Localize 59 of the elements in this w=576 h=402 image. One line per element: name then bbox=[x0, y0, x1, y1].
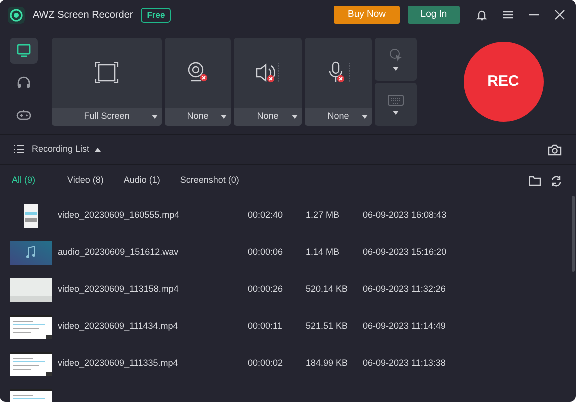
cursor-click-icon bbox=[389, 48, 403, 62]
record-button[interactable]: REC bbox=[464, 42, 544, 122]
duration-cell-text: 00:02:40 bbox=[248, 208, 284, 222]
mode-tab[interactable] bbox=[10, 38, 38, 64]
size-cell-text: 184.99 KB bbox=[306, 356, 350, 370]
caret-icon bbox=[362, 115, 368, 119]
video-thumbnail bbox=[10, 278, 52, 302]
file-name: video_20230609_111335.mp4 bbox=[58, 356, 180, 370]
headphones-icon bbox=[16, 75, 32, 91]
date-cell-text: 06-09-2023 15:16:20 bbox=[363, 246, 447, 259]
file-name: video_20230609_111434.mp4 bbox=[58, 320, 180, 333]
source-dropdown[interactable]: None bbox=[234, 108, 302, 126]
filter-tab[interactable]: Audio (1) bbox=[124, 174, 160, 188]
caret-icon bbox=[152, 115, 158, 119]
caret-up-icon bbox=[94, 148, 101, 152]
date-cell-text: 06-09-2023 16:08:43 bbox=[363, 208, 447, 222]
plan-badge: Free bbox=[141, 8, 172, 22]
duration-cell-text: 00:00:02 bbox=[248, 356, 284, 370]
video-thumbnail bbox=[10, 352, 52, 376]
close-icon[interactable] bbox=[554, 9, 566, 21]
source-dropdown[interactable]: None bbox=[305, 108, 372, 126]
login-button[interactable]: Log In bbox=[408, 6, 460, 24]
duration-cell-text: 00:00:06 bbox=[248, 246, 284, 259]
source-dropdown[interactable]: Full Screen bbox=[52, 108, 162, 126]
caret-icon bbox=[393, 110, 399, 114]
menu-icon[interactable] bbox=[502, 9, 514, 21]
audio-thumbnail bbox=[10, 240, 52, 264]
filter-tab[interactable]: Video (8) bbox=[68, 174, 104, 188]
size-cell-text: 1.27 MB bbox=[306, 208, 341, 222]
caret-icon bbox=[221, 115, 227, 119]
video-thumbnail bbox=[10, 314, 52, 338]
gamepad-icon bbox=[16, 107, 32, 123]
filter-tab[interactable]: Screenshot (0) bbox=[180, 174, 240, 188]
camera-icon[interactable] bbox=[548, 144, 562, 156]
size-cell-text: 520.14 KB bbox=[306, 282, 350, 296]
scrollbar-thumb[interactable] bbox=[572, 196, 575, 272]
app-logo-icon bbox=[8, 6, 25, 24]
filter-tab[interactable]: All (9) bbox=[12, 174, 36, 188]
size-cell-text: 521.51 KB bbox=[306, 320, 350, 333]
recording-list-toggle[interactable]: Recording List bbox=[32, 142, 90, 156]
bell-icon[interactable] bbox=[476, 9, 488, 21]
date-cell-text: 06-09-2023 11:32:26 bbox=[363, 282, 446, 296]
date-cell-text: 06-09-2023 11:13:38 bbox=[363, 356, 446, 370]
list-icon bbox=[14, 145, 24, 154]
folder-icon[interactable] bbox=[529, 176, 541, 186]
source-dropdown[interactable]: None bbox=[165, 108, 231, 126]
file-name: video_20230609_160555.mp4 bbox=[58, 208, 181, 222]
duration-cell-text: 00:00:26 bbox=[248, 282, 284, 296]
file-name: audio_20230609_151612.wav bbox=[58, 246, 180, 259]
window-title: AWZ Screen Recorder bbox=[33, 8, 134, 22]
screen-icon bbox=[16, 43, 32, 59]
refresh-icon[interactable] bbox=[551, 176, 562, 186]
size-cell-text: 1.14 MB bbox=[306, 246, 341, 259]
duration-cell-text: 00:00:11 bbox=[248, 320, 284, 333]
keyboard-icon bbox=[388, 94, 404, 106]
date-cell-text: 06-09-2023 11:14:49 bbox=[363, 320, 446, 333]
file-name: video_20230609_113158.mp4 bbox=[58, 282, 180, 296]
caret-icon bbox=[292, 115, 298, 119]
caret-icon bbox=[393, 67, 399, 71]
